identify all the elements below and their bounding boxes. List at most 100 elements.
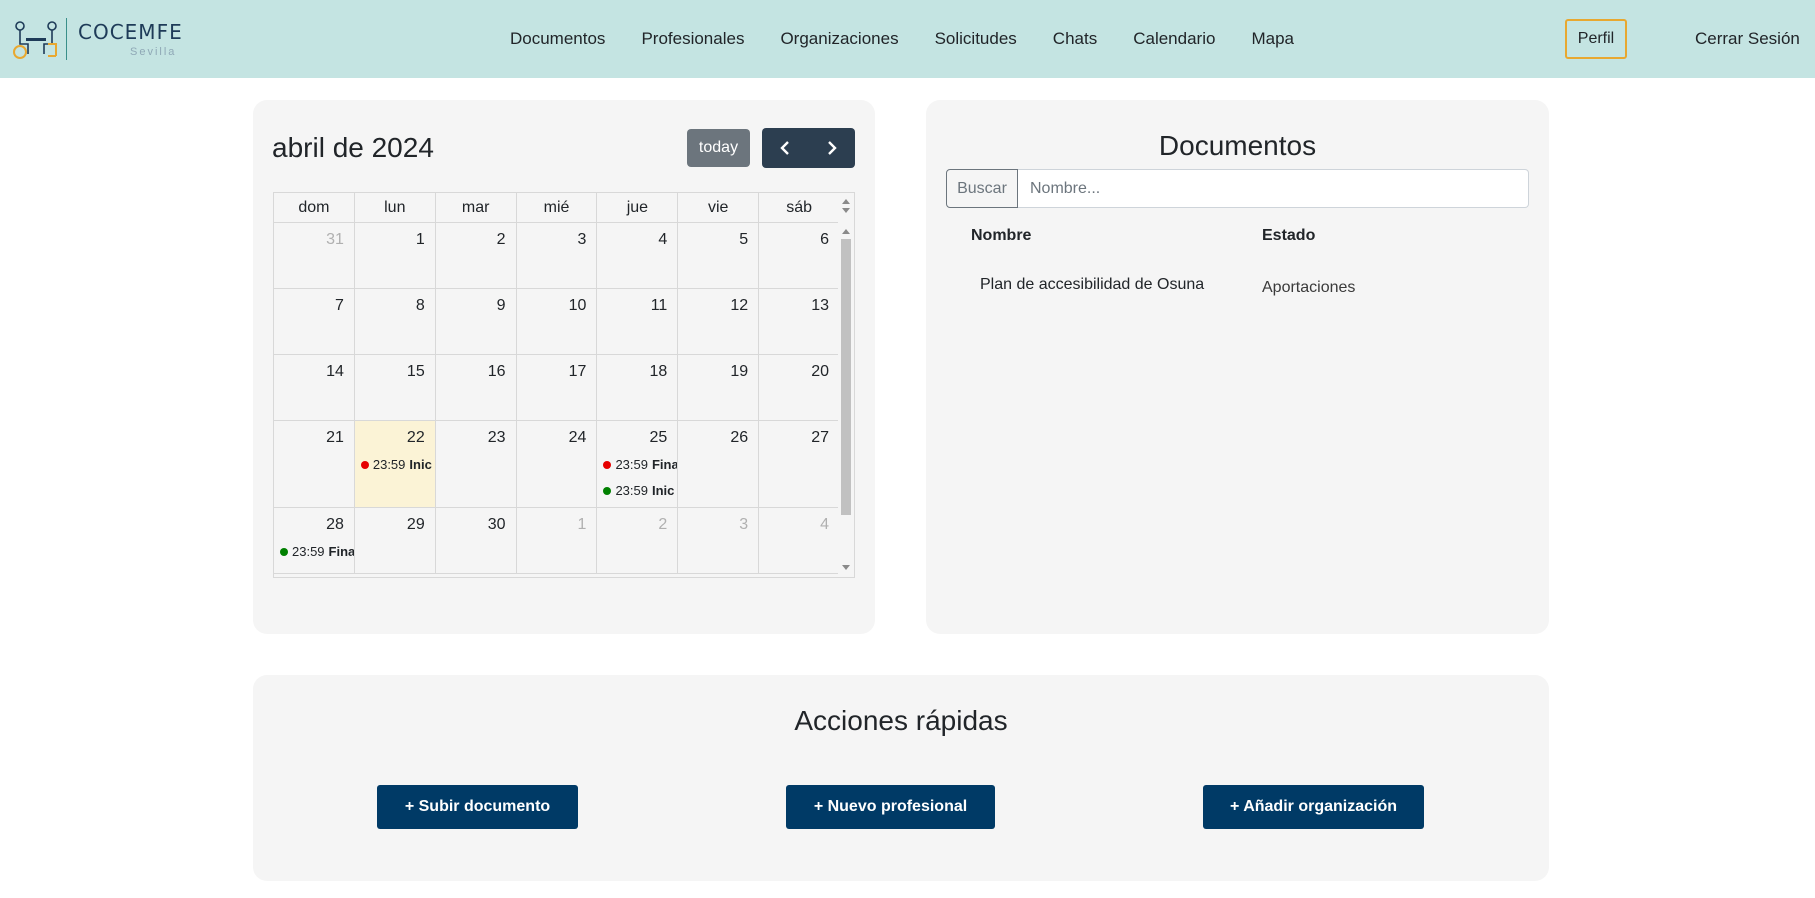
nav-link-mapa[interactable]: Mapa: [1251, 29, 1294, 49]
day-number[interactable]: 21: [326, 429, 344, 447]
day-number[interactable]: 12: [730, 297, 748, 315]
calendar-day[interactable]: 30: [436, 508, 517, 573]
day-number[interactable]: 31: [326, 231, 344, 249]
calendar-day[interactable]: 2: [436, 223, 517, 288]
calendar-day[interactable]: 24: [517, 421, 598, 507]
day-number[interactable]: 4: [658, 231, 667, 249]
calendar-day[interactable]: 15: [355, 355, 436, 420]
scroll-thumb[interactable]: [841, 239, 851, 515]
day-number[interactable]: 17: [569, 363, 587, 381]
day-number[interactable]: 9: [497, 297, 506, 315]
calendar-day[interactable]: 3: [517, 223, 598, 288]
calendar-nav-group: [762, 128, 855, 168]
calendar-day[interactable]: 28 23:59 Fina: [274, 508, 355, 573]
calendar-day[interactable]: 21: [274, 421, 355, 507]
day-number[interactable]: 2: [658, 516, 667, 534]
calendar-day[interactable]: 29: [355, 508, 436, 573]
calendar-day[interactable]: 25 23:59 Fina 23:59 Inic: [597, 421, 679, 507]
calendar-day[interactable]: 4: [597, 223, 679, 288]
search-input[interactable]: [1018, 169, 1529, 208]
calendar-day[interactable]: 13: [759, 289, 841, 354]
calendar-day[interactable]: 27: [759, 421, 841, 507]
day-number[interactable]: 2: [497, 231, 506, 249]
calendar-day[interactable]: 14: [274, 355, 355, 420]
calendar-day[interactable]: 4: [759, 508, 841, 573]
calendar-day[interactable]: 6: [759, 223, 841, 288]
day-number[interactable]: 6: [820, 231, 829, 249]
calendar-day[interactable]: 5: [678, 223, 760, 288]
day-number[interactable]: 3: [578, 231, 587, 249]
calendar-day[interactable]: 8: [355, 289, 436, 354]
add-organization-button[interactable]: + Añadir organización: [1203, 785, 1424, 829]
calendar-day[interactable]: 31: [274, 223, 355, 288]
document-name[interactable]: Plan de accesibilidad de Osuna: [980, 276, 1204, 294]
day-number[interactable]: 14: [326, 363, 344, 381]
nav-link-organizaciones[interactable]: Organizaciones: [780, 29, 898, 49]
day-number[interactable]: 7: [335, 297, 344, 315]
day-number[interactable]: 13: [811, 297, 829, 315]
logout-link[interactable]: Cerrar Sesión: [1695, 29, 1800, 49]
calendar-day[interactable]: 7: [274, 289, 355, 354]
calendar-day[interactable]: 2: [597, 508, 679, 573]
calendar-event[interactable]: 23:59 Inic: [603, 483, 674, 498]
day-number[interactable]: 23: [488, 429, 506, 447]
scroll-up-arrow-icon[interactable]: [842, 229, 850, 234]
nav-link-calendario[interactable]: Calendario: [1133, 29, 1215, 49]
day-number[interactable]: 22: [407, 429, 425, 447]
calendar-event[interactable]: 23:59 Fina: [603, 457, 677, 472]
search-button[interactable]: Buscar: [946, 169, 1018, 208]
calendar-day[interactable]: 18: [597, 355, 679, 420]
calendar-scrollbar[interactable]: [838, 193, 854, 577]
calendar-day[interactable]: 9: [436, 289, 517, 354]
next-month-button[interactable]: [809, 128, 856, 168]
day-number[interactable]: 1: [416, 231, 425, 249]
calendar-day[interactable]: 3: [678, 508, 760, 573]
day-number[interactable]: 18: [650, 363, 668, 381]
nav-link-solicitudes[interactable]: Solicitudes: [935, 29, 1017, 49]
scroll-down-arrow-icon[interactable]: [842, 565, 850, 570]
day-number[interactable]: 8: [416, 297, 425, 315]
calendar-day[interactable]: 16: [436, 355, 517, 420]
day-number[interactable]: 16: [488, 363, 506, 381]
new-professional-button[interactable]: + Nuevo profesional: [786, 785, 995, 829]
today-button[interactable]: today: [687, 129, 750, 167]
day-number[interactable]: 3: [739, 516, 748, 534]
calendar-day[interactable]: 1: [517, 508, 598, 573]
scroll-down-arrow-icon[interactable]: [842, 208, 850, 213]
upload-document-button[interactable]: + Subir documento: [377, 785, 578, 829]
day-number[interactable]: 1: [578, 516, 587, 534]
calendar-day[interactable]: 26: [678, 421, 760, 507]
calendar-day[interactable]: 11: [597, 289, 679, 354]
prev-month-button[interactable]: [762, 128, 809, 168]
scroll-up-arrow-icon[interactable]: [842, 199, 850, 204]
logo[interactable]: COCEMFE Sevilla: [12, 16, 182, 62]
day-number[interactable]: 29: [407, 516, 425, 534]
nav-link-documentos[interactable]: Documentos: [510, 29, 605, 49]
day-number[interactable]: 5: [739, 231, 748, 249]
calendar-day[interactable]: 1: [355, 223, 436, 288]
calendar-event[interactable]: 23:59 Inic: [360, 457, 432, 472]
nav-link-profesionales[interactable]: Profesionales: [641, 29, 744, 49]
day-number[interactable]: 20: [811, 363, 829, 381]
day-number[interactable]: 10: [569, 297, 587, 315]
day-number[interactable]: 28: [326, 516, 344, 534]
day-number[interactable]: 15: [407, 363, 425, 381]
calendar-day-today[interactable]: 22 23:59 Inic: [354, 421, 436, 507]
day-number[interactable]: 11: [651, 297, 668, 315]
calendar-day[interactable]: 19: [678, 355, 760, 420]
day-number[interactable]: 4: [820, 516, 829, 534]
calendar-day[interactable]: 17: [517, 355, 598, 420]
day-number[interactable]: 27: [811, 429, 829, 447]
day-number[interactable]: 19: [730, 363, 748, 381]
day-number[interactable]: 26: [730, 429, 748, 447]
calendar-day[interactable]: 10: [517, 289, 598, 354]
day-number[interactable]: 25: [650, 429, 668, 447]
nav-link-chats[interactable]: Chats: [1053, 29, 1097, 49]
calendar-day[interactable]: 12: [678, 289, 760, 354]
profile-button[interactable]: Perfil: [1565, 19, 1627, 59]
day-number[interactable]: 24: [569, 429, 587, 447]
calendar-event[interactable]: 23:59 Fina: [280, 544, 354, 559]
calendar-day[interactable]: 23: [436, 421, 517, 507]
day-number[interactable]: 30: [488, 516, 506, 534]
calendar-day[interactable]: 20: [759, 355, 841, 420]
